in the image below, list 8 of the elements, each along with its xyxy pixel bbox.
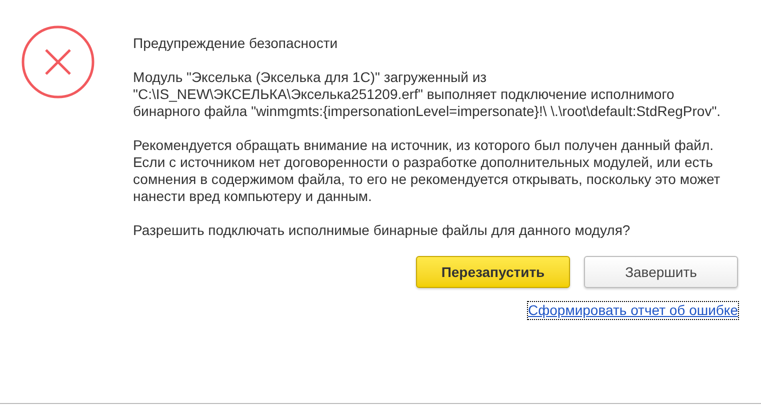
error-report-link[interactable]: Сформировать отчет об ошибке (528, 302, 738, 319)
error-icon (21, 25, 95, 99)
message-text: Разрешить подключать исполнимые бинарные файлы для данного модуля? (133, 222, 632, 239)
finish-button[interactable]: Завершить (584, 256, 738, 288)
message-text: Рекомендуется обращать внимание на источник, из которого был получен данный файл. Если с источником нет договоренности о разработке дополнительных модулей, или есть сомнения в содержимом файла, то его не рекомендуется открывать, поскольку это может нанести вред компьютеру и данным. (133, 137, 722, 205)
message-text: Модуль "Экселька (Экселька для 1С)" загруженный из "C:\IS_NEW\ЭКСЕЛЬКА\Экселька251209.erf" выполняет подключение исполнимого бинарного файла "winmgmts:{impersonationLevel=impersonate}!\ \.\root\default:StdRegProv". (133, 69, 722, 120)
dialog-title: Предупреждение безопасности (133, 35, 338, 52)
restart-button[interactable]: Перезапустить (416, 256, 570, 288)
